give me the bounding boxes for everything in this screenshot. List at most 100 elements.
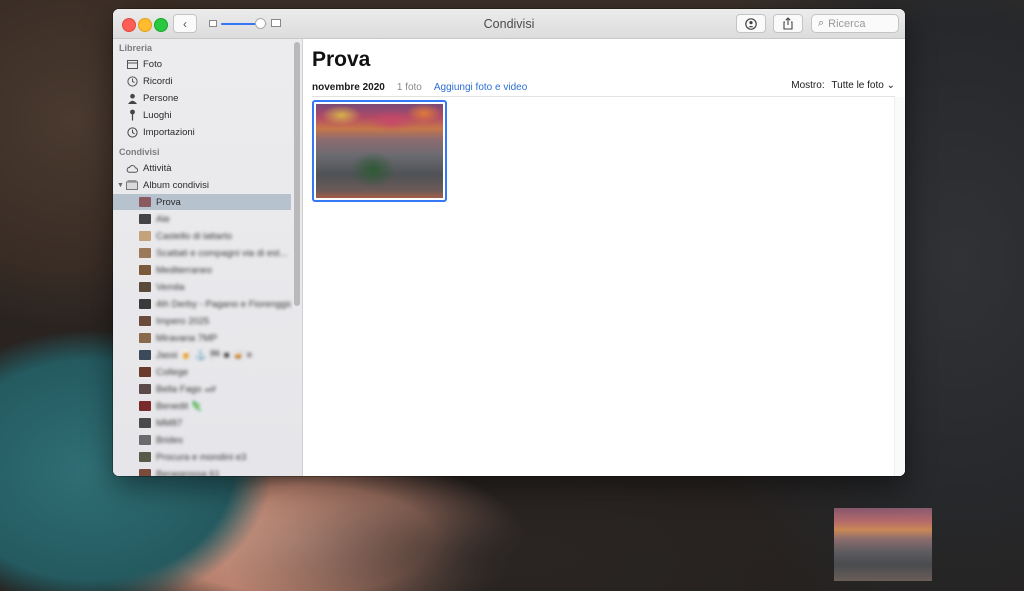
album-thumbnail: [139, 418, 151, 428]
share-button[interactable]: [773, 14, 803, 33]
sidebar-item-album[interactable]: Castello di lattarto: [113, 228, 291, 244]
photo-count: 1 foto: [396, 81, 422, 93]
sidebar-item-album[interactable]: Miravana 7MP: [113, 330, 291, 346]
sidebar-item-label: College: [156, 366, 189, 378]
person-circle-icon: [745, 17, 757, 30]
sidebar-item-album[interactable]: Jassi 🍺 ⚓ 🏁 ■ 🥃 ≡: [113, 347, 291, 363]
sidebar-item-label: Importazioni: [143, 126, 195, 138]
sidebar-item-label: Impero 2025: [156, 315, 210, 327]
people-button[interactable]: [736, 14, 766, 33]
sidebar-item-memories[interactable]: Ricordi: [113, 73, 291, 89]
sidebar-item-album[interactable]: Brides: [113, 432, 291, 448]
sidebar-item-album[interactable]: Procura e mondini e3: [113, 449, 291, 465]
album-thumbnail: [139, 282, 151, 292]
sidebar-item-label: Attività: [143, 162, 172, 174]
sidebar-item-label: Ricordi: [143, 75, 173, 87]
sidebar-item-album[interactable]: Impero 2025: [113, 313, 291, 329]
sidebar-item-label: Mediterraneo: [156, 264, 212, 276]
search-placeholder: Ricerca: [828, 17, 866, 30]
photos-window: ‹ Condivisi ⌕ Ricerca Libreria Foto Rico…: [113, 9, 905, 476]
disclosure-triangle-icon[interactable]: ▼: [117, 182, 124, 189]
sidebar-item-label: Scattati e compagni via di est...: [156, 247, 288, 259]
album-thumbnail: [139, 248, 151, 258]
sidebar-item-imports[interactable]: Importazioni: [113, 124, 291, 140]
desktop-photo-thumbnail[interactable]: [834, 508, 932, 581]
sidebar-item-label: Jassi 🍺 ⚓ 🏁 ■ 🥃 ≡: [156, 349, 253, 361]
sidebar-header-shared: Condivisi: [119, 147, 160, 157]
sidebar-item-label: Luoghi: [143, 109, 172, 121]
sidebar-item-label: MM87: [156, 417, 183, 429]
sidebar-item-photos[interactable]: Foto: [113, 56, 291, 72]
album-thumbnail: [139, 197, 151, 207]
sidebar-item-album[interactable]: 4th Derby - Pagano e Fiorenggio: [113, 296, 291, 312]
sidebar-item-label: Benegrossa 61: [156, 468, 220, 477]
sidebar: Libreria Foto Ricordi Persone Luoghi Imp…: [113, 39, 303, 476]
title-bar: ‹ Condivisi ⌕ Ricerca: [113, 9, 905, 39]
sidebar-item-album[interactable]: Benegrossa 61: [113, 466, 291, 476]
album-thumbnail: [139, 435, 151, 445]
album-thumbnail: [139, 214, 151, 224]
sidebar-item-album[interactable]: Scattati e compagni via di est...: [113, 245, 291, 261]
sidebar-item-album[interactable]: Bella Fago 🏎: [113, 381, 291, 397]
sidebar-item-label: Miravana 7MP: [156, 332, 218, 344]
albums-icon: [126, 179, 138, 191]
sidebar-item-label: Bella Fago 🏎: [156, 383, 217, 395]
search-icon: ⌕: [818, 17, 825, 29]
album-thumbnail: [139, 316, 151, 326]
album-subheader: novembre 2020 1 foto Aggiungi foto e vid…: [312, 80, 895, 94]
sidebar-item-people[interactable]: Persone: [113, 90, 291, 106]
sidebar-scrollbar-thumb[interactable]: [294, 42, 300, 306]
filter-label: Mostro:: [791, 80, 825, 91]
sidebar-item-label: Castello di lattarto: [156, 230, 233, 242]
sidebar-header-library: Libreria: [119, 43, 153, 53]
sidebar-item-label: Ale: [156, 213, 170, 225]
sidebar-scrollbar[interactable]: [293, 42, 301, 476]
album-thumbnail: [139, 265, 151, 275]
sidebar-item-album[interactable]: Prova: [113, 194, 291, 210]
share-icon: [783, 17, 793, 30]
album-thumbnail: [139, 333, 151, 343]
content-scrollbar[interactable]: [894, 97, 905, 476]
album-content: Prova novembre 2020 1 foto Aggiungi foto…: [303, 39, 905, 476]
photos-icon: [126, 58, 138, 70]
divider: [312, 96, 895, 97]
sidebar-item-places[interactable]: Luoghi: [113, 107, 291, 123]
sidebar-item-label: Brides: [156, 434, 183, 446]
album-thumbnail: [139, 384, 151, 394]
sidebar-item-label: Benedit 🦎: [156, 400, 203, 412]
photo-thumbnail[interactable]: [312, 100, 447, 202]
sidebar-item-label: Procura e mondini e3: [156, 451, 247, 463]
album-thumbnail: [139, 231, 151, 241]
sidebar-item-label: Prova: [156, 196, 181, 208]
filter-value: Tutte le foto: [831, 80, 884, 91]
album-thumbnail: [139, 469, 151, 476]
sidebar-item-shared-albums[interactable]: ▼ Album condivisi: [113, 177, 291, 193]
album-thumbnail: [139, 452, 151, 462]
cloud-icon: [126, 162, 138, 174]
page-title: Prova: [312, 48, 371, 71]
sidebar-item-label: Foto: [143, 58, 163, 70]
memories-icon: [126, 75, 138, 87]
sidebar-item-activity[interactable]: Attività: [113, 160, 291, 176]
sidebar-item-album[interactable]: MM87: [113, 415, 291, 431]
album-thumbnail: [139, 299, 151, 309]
date-label: novembre 2020: [312, 81, 385, 93]
sidebar-item-album[interactable]: Mediterraneo: [113, 262, 291, 278]
photo-image: [316, 104, 443, 198]
add-photos-link[interactable]: Aggiungi foto e video: [434, 82, 527, 93]
show-filter-dropdown[interactable]: Mostro: Tutte le foto ⌄: [791, 80, 895, 91]
sidebar-item-album[interactable]: College: [113, 364, 291, 380]
pin-icon: [126, 109, 138, 121]
sidebar-item-album[interactable]: Benedit 🦎: [113, 398, 291, 414]
clock-icon: [126, 126, 138, 138]
album-thumbnail: [139, 350, 151, 360]
album-thumbnail: [139, 367, 151, 377]
search-input[interactable]: ⌕ Ricerca: [811, 14, 899, 33]
sidebar-item-album[interactable]: Vemila: [113, 279, 291, 295]
person-icon: [126, 92, 138, 104]
sidebar-item-label: Vemila: [156, 281, 185, 293]
sidebar-item-label: Persone: [143, 92, 179, 104]
sidebar-item-album[interactable]: Ale: [113, 211, 291, 227]
chevron-down-icon: ⌄: [886, 80, 895, 91]
sidebar-item-label: 4th Derby - Pagano e Fiorenggio: [155, 298, 291, 310]
